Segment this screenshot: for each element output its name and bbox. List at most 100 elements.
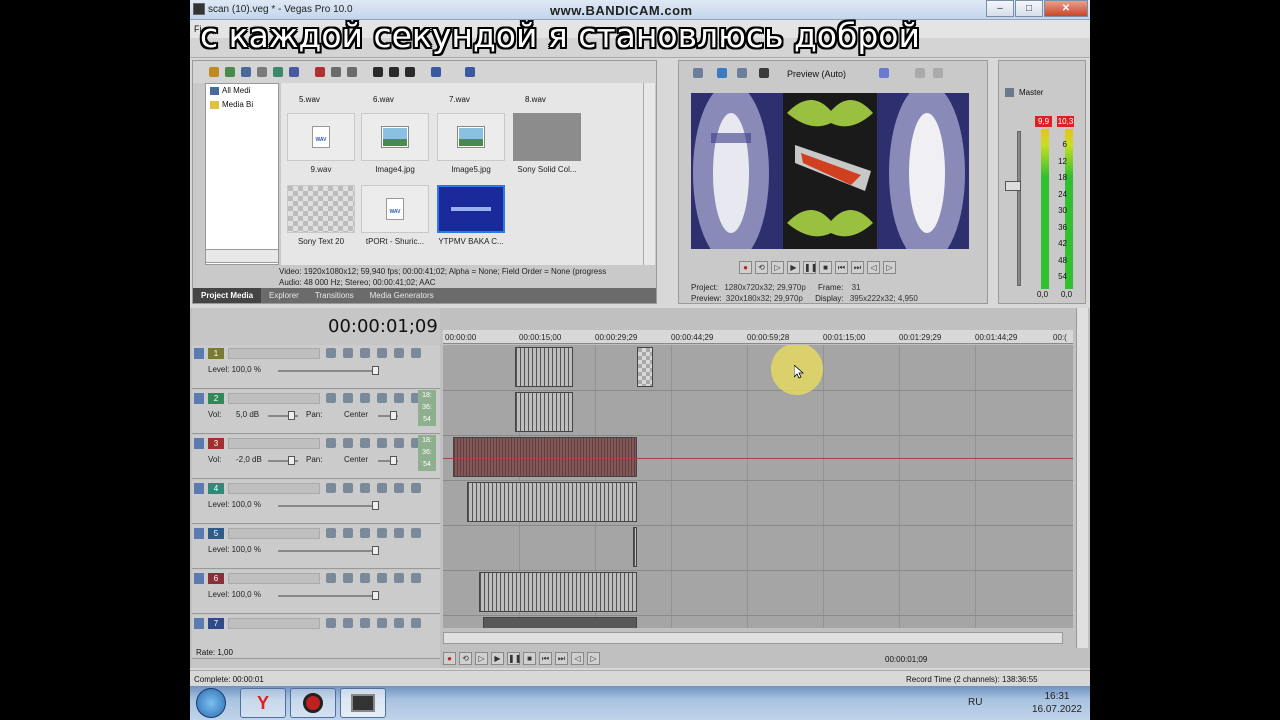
search-icon[interactable] xyxy=(465,67,475,77)
gear-icon[interactable] xyxy=(377,483,387,493)
track-name-field[interactable] xyxy=(228,348,320,359)
compositing-icon[interactable] xyxy=(360,528,370,538)
text-event[interactable] xyxy=(637,347,653,387)
compositing-icon[interactable] xyxy=(360,618,370,628)
track-collapse-icon[interactable] xyxy=(194,438,204,449)
previous-frame-button[interactable]: ◁ xyxy=(867,261,880,274)
mute-icon[interactable] xyxy=(394,393,404,403)
system-clock[interactable]: 16:31 16.07.2022 xyxy=(1032,690,1082,716)
pause-button[interactable]: ❚❚ xyxy=(507,652,521,665)
fx-icon[interactable] xyxy=(326,483,336,493)
pause-button[interactable]: ❚❚ xyxy=(803,261,817,274)
import-media-icon[interactable] xyxy=(209,67,219,77)
media-item[interactable]: Sony Solid Col... xyxy=(513,113,581,174)
media-item[interactable]: Image4.jpg xyxy=(361,113,429,174)
solo-icon[interactable] xyxy=(411,348,421,358)
video-event[interactable] xyxy=(479,572,637,612)
properties-icon[interactable] xyxy=(289,67,299,77)
stop-icon[interactable] xyxy=(389,67,399,77)
preview-quality-dropdown[interactable]: Preview (Auto) xyxy=(787,69,846,79)
time-ruler[interactable]: 00:00:00 00:00:15;00 00:00:29;29 00:00:4… xyxy=(443,330,1073,344)
properties-icon[interactable] xyxy=(693,68,703,78)
solo-icon[interactable] xyxy=(411,618,421,628)
minimize-button[interactable]: – xyxy=(986,0,1014,17)
overlays-icon[interactable] xyxy=(879,68,889,78)
save-snapshot-icon[interactable] xyxy=(933,68,943,78)
track-header[interactable]: 1 Level: 100,0 % xyxy=(192,345,440,389)
track-collapse-icon[interactable] xyxy=(194,618,204,629)
tab-project-media[interactable]: Project Media xyxy=(193,288,262,303)
tab-media-generators[interactable]: Media Generators xyxy=(362,288,442,303)
play-from-start-button[interactable]: ▷ xyxy=(771,261,784,274)
motion-icon[interactable] xyxy=(343,483,353,493)
playback-rate[interactable]: Rate: 1,00 xyxy=(196,648,233,657)
gear-icon[interactable] xyxy=(377,438,387,448)
track-name-field[interactable] xyxy=(228,483,320,494)
fx-icon[interactable] xyxy=(326,528,336,538)
compositing-icon[interactable] xyxy=(360,483,370,493)
go-to-end-button[interactable]: ⏭ xyxy=(555,652,568,665)
motion-icon[interactable] xyxy=(343,348,353,358)
timeline-vertical-scrollbar[interactable] xyxy=(1076,308,1088,648)
motion-icon[interactable] xyxy=(343,528,353,538)
mute-icon[interactable] xyxy=(394,438,404,448)
stop-button[interactable]: ■ xyxy=(819,261,832,274)
media-item[interactable]: Image5.jpg xyxy=(437,113,505,174)
start-button[interactable] xyxy=(196,688,226,718)
audio-event[interactable] xyxy=(453,437,637,477)
tree-horizontal-scrollbar[interactable] xyxy=(205,249,279,263)
maximize-button[interactable]: □ xyxy=(1015,0,1043,17)
level-slider[interactable] xyxy=(372,546,379,555)
record-button[interactable]: ● xyxy=(739,261,752,274)
fx-icon[interactable] xyxy=(737,68,747,78)
copy-snapshot-icon[interactable] xyxy=(915,68,925,78)
compositing-icon[interactable] xyxy=(360,438,370,448)
pan-slider[interactable] xyxy=(390,411,397,420)
track-header[interactable]: 4 Level: 100,0 % xyxy=(192,480,440,524)
play-button[interactable]: ▶ xyxy=(787,261,800,274)
media-item[interactable]: YTPMV BAKA C... xyxy=(437,185,505,246)
views-icon[interactable] xyxy=(431,67,441,77)
replace-icon[interactable] xyxy=(347,67,357,77)
media-item[interactable]: WAV tPORt - Shuric... xyxy=(361,185,429,246)
master-fader[interactable] xyxy=(1005,181,1021,191)
track-header[interactable]: 2 Vol: 5,0 dB Pan: Center 18: 36: 54 xyxy=(192,390,440,434)
solo-icon[interactable] xyxy=(411,483,421,493)
peak-indicator-right[interactable]: 10,3 xyxy=(1057,116,1074,127)
tree-item-media-bins[interactable]: Media Bi xyxy=(210,100,253,109)
tree-item-all-media[interactable]: All Medi xyxy=(210,86,250,95)
fx-icon[interactable] xyxy=(326,393,336,403)
motion-icon[interactable] xyxy=(343,573,353,583)
play-button[interactable]: ▶ xyxy=(491,652,504,665)
audio-event[interactable] xyxy=(515,392,573,432)
stop-button[interactable]: ■ xyxy=(523,652,536,665)
compositing-icon[interactable] xyxy=(360,573,370,583)
gear-icon[interactable] xyxy=(377,618,387,628)
play-icon[interactable] xyxy=(373,67,383,77)
motion-icon[interactable] xyxy=(343,393,353,403)
previous-frame-button[interactable]: ◁ xyxy=(571,652,584,665)
gear-icon[interactable] xyxy=(377,528,387,538)
video-event[interactable] xyxy=(633,527,637,567)
next-frame-button[interactable]: ▷ xyxy=(587,652,600,665)
record-button[interactable]: ● xyxy=(443,652,456,665)
gear-icon[interactable] xyxy=(377,348,387,358)
compositing-icon[interactable] xyxy=(360,393,370,403)
level-slider[interactable] xyxy=(372,366,379,375)
fx-icon[interactable] xyxy=(326,573,336,583)
track-header[interactable]: 6 Level: 100,0 % xyxy=(192,570,440,614)
play-from-start-button[interactable]: ▷ xyxy=(475,652,488,665)
video-event[interactable] xyxy=(467,482,637,522)
track-header[interactable]: 3 Vol: -2,0 dB Pan: Center 18: 36: 54 xyxy=(192,435,440,479)
mute-icon[interactable] xyxy=(394,528,404,538)
solo-icon[interactable] xyxy=(411,573,421,583)
track-name-field[interactable] xyxy=(228,528,320,539)
fx-icon[interactable] xyxy=(326,618,336,628)
go-to-end-button[interactable]: ⏭ xyxy=(851,261,864,274)
mute-icon[interactable] xyxy=(394,348,404,358)
split-screen-icon[interactable] xyxy=(759,68,769,78)
media-vertical-scrollbar[interactable] xyxy=(643,83,655,265)
track-collapse-icon[interactable] xyxy=(194,528,204,539)
video-event[interactable] xyxy=(515,347,573,387)
tab-explorer[interactable]: Explorer xyxy=(261,288,307,303)
